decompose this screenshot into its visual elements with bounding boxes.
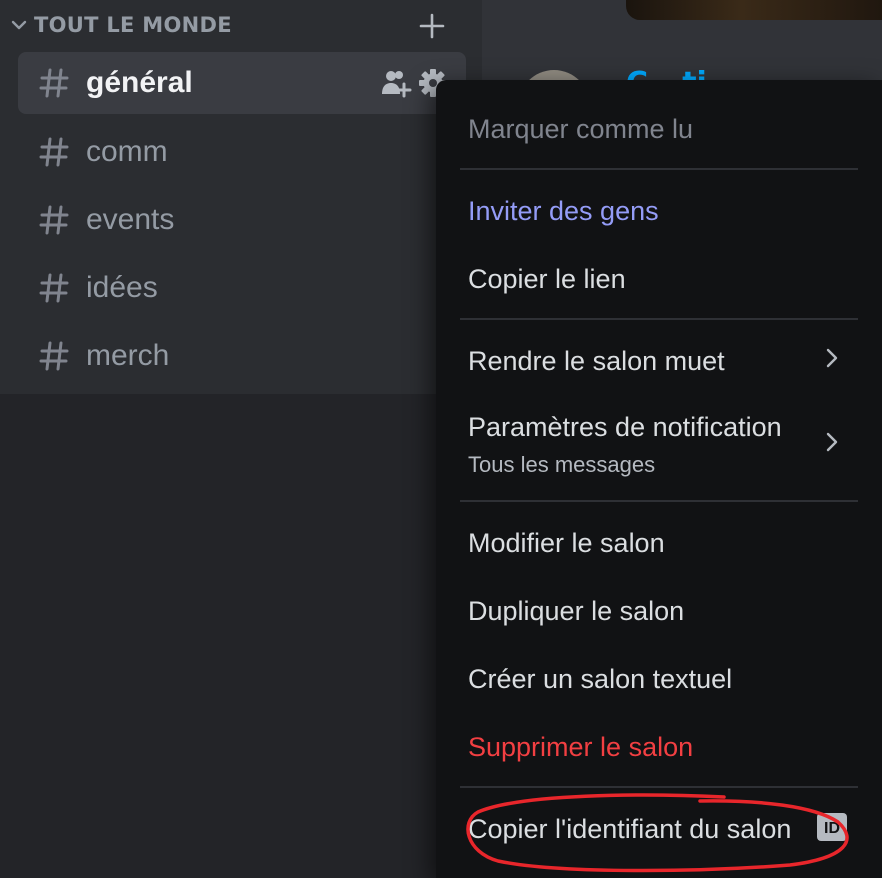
chevron-right-icon xyxy=(826,432,838,452)
hash-icon xyxy=(39,137,69,167)
chat-image-preview[interactable] xyxy=(626,0,882,20)
channel-context-menu: Marquer comme lu Inviter des gens Copier… xyxy=(436,80,882,878)
sidebar-empty-area xyxy=(0,394,482,878)
channel-name: merch xyxy=(86,339,170,372)
menu-item-mark-read[interactable]: Marquer comme lu xyxy=(468,114,693,145)
id-badge-text: ID xyxy=(824,820,840,837)
menu-item-edit-channel[interactable]: Modifier le salon xyxy=(468,528,665,559)
menu-item-notification-settings[interactable]: Paramètres de notification xyxy=(468,412,782,443)
chevron-down-icon xyxy=(11,20,27,30)
menu-item-duplicate-channel[interactable]: Dupliquer le salon xyxy=(468,596,684,627)
channel-sidebar: TOUT LE MONDE général comm events idées … xyxy=(0,0,482,394)
notification-setting-value: Tous les messages xyxy=(468,452,656,477)
channel-name: idées xyxy=(86,271,158,304)
id-badge-icon: ID xyxy=(817,813,847,841)
menu-item-invite[interactable]: Inviter des gens xyxy=(468,196,659,227)
menu-separator xyxy=(460,500,858,502)
menu-item-mute-channel[interactable]: Rendre le salon muet xyxy=(468,346,725,377)
menu-item-copy-channel-id[interactable]: Copier l'identifiant du salon xyxy=(468,814,791,845)
channel-name: général xyxy=(86,66,193,99)
menu-separator xyxy=(460,318,858,320)
category-label: TOUT LE MONDE xyxy=(34,13,232,37)
menu-separator xyxy=(460,786,858,788)
channel-comm[interactable]: comm xyxy=(18,121,466,183)
channel-general[interactable]: général xyxy=(18,52,466,114)
hash-icon xyxy=(39,341,69,371)
channel-name: comm xyxy=(86,135,168,168)
discord-window: C...ti... TOUT LE MONDE général xyxy=(0,0,882,878)
channel-idees[interactable]: idées xyxy=(18,257,466,319)
menu-item-delete-channel[interactable]: Supprimer le salon xyxy=(468,732,693,763)
category-header[interactable]: TOUT LE MONDE xyxy=(10,8,450,42)
menu-separator xyxy=(460,168,858,170)
hash-icon xyxy=(39,68,69,98)
add-member-icon[interactable] xyxy=(380,68,412,98)
chevron-right-icon xyxy=(826,348,838,368)
hash-icon xyxy=(39,273,69,303)
channel-name: events xyxy=(86,203,175,236)
menu-item-copy-link[interactable]: Copier le lien xyxy=(468,264,626,295)
menu-item-create-text-channel[interactable]: Créer un salon textuel xyxy=(468,664,732,695)
hash-icon xyxy=(39,205,69,235)
channel-merch[interactable]: merch xyxy=(18,325,466,387)
plus-icon[interactable] xyxy=(418,12,446,40)
channel-events[interactable]: events xyxy=(18,189,466,251)
